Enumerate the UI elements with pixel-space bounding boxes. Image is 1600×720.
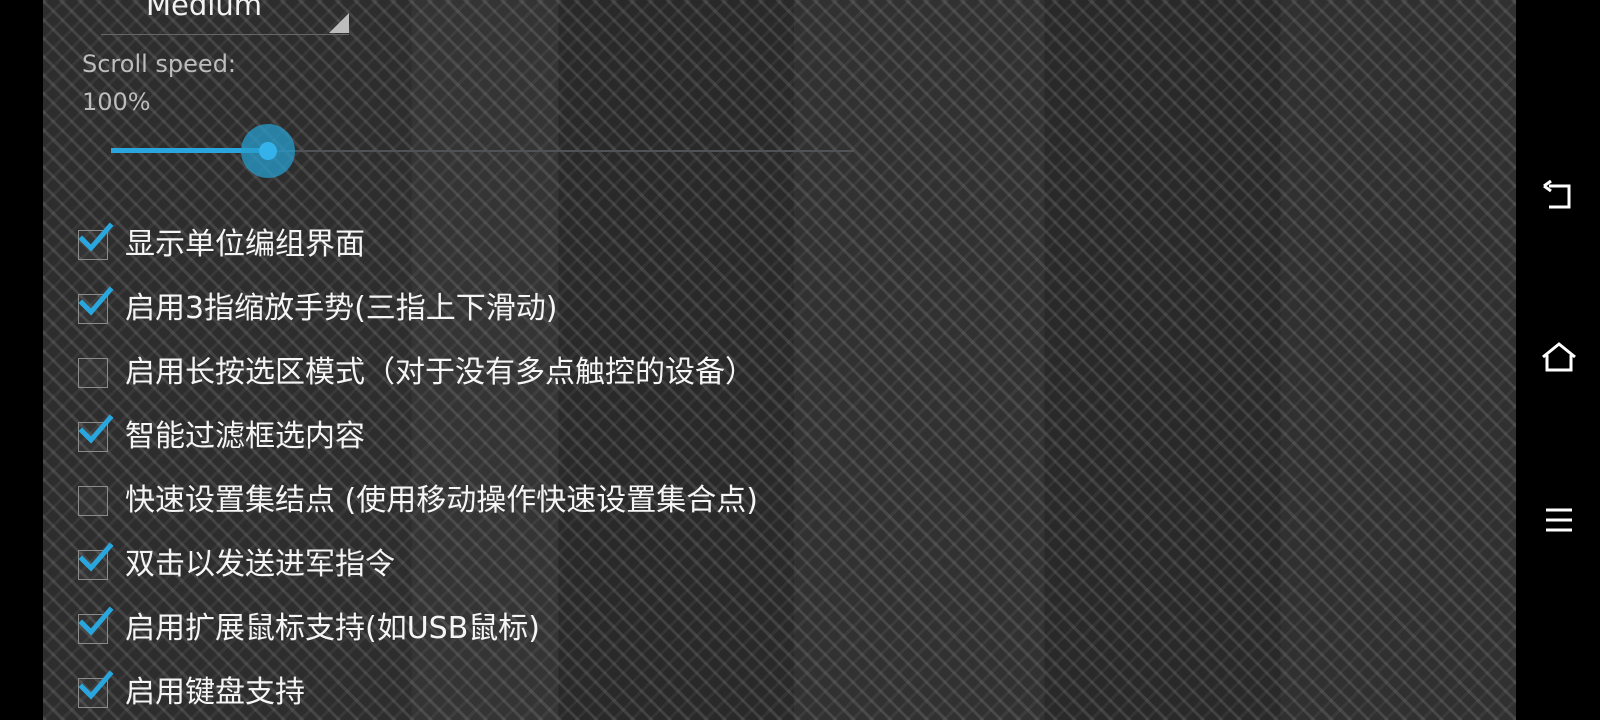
option-row[interactable]: 启用长按选区模式（对于没有多点触控的设备） — [78, 341, 1278, 405]
scroll-speed-label: Scroll speed: — [82, 50, 237, 78]
checkbox-unchecked[interactable] — [78, 358, 108, 388]
checkbox-checked[interactable] — [78, 286, 114, 324]
option-label: 启用键盘支持 — [125, 675, 305, 710]
quality-dropdown[interactable]: Medium — [101, 0, 349, 35]
checkmark-icon — [78, 606, 114, 636]
option-row[interactable]: 启用3指缩放手势(三指上下滑动) — [78, 277, 1278, 341]
checkbox-checked[interactable] — [78, 670, 114, 708]
option-row[interactable]: 启用键盘支持 — [78, 661, 1278, 720]
dropdown-arrow-icon — [329, 13, 349, 33]
option-row[interactable]: 快速设置集结点 (使用移动操作快速设置集合点) — [78, 469, 1278, 533]
option-label: 启用长按选区模式（对于没有多点触控的设备） — [125, 355, 755, 390]
option-label: 快速设置集结点 (使用移动操作快速设置集合点) — [125, 483, 758, 518]
scroll-speed-value: 100% — [82, 88, 151, 116]
back-button[interactable] — [1539, 177, 1579, 217]
slider-thumb[interactable] — [241, 124, 295, 178]
option-row[interactable]: 启用扩展鼠标支持(如USB鼠标) — [78, 597, 1278, 661]
home-button[interactable] — [1539, 339, 1579, 379]
back-icon — [1543, 179, 1571, 209]
option-row[interactable]: 显示单位编组界面 — [78, 213, 1278, 277]
option-label: 智能过滤框选内容 — [125, 419, 365, 454]
checkbox-checked[interactable] — [78, 222, 114, 260]
menu-button[interactable] — [1539, 500, 1579, 540]
checkmark-icon — [78, 670, 114, 700]
checkmark-icon — [78, 222, 114, 252]
option-label: 双击以发送进军指令 — [125, 547, 395, 582]
checkbox-checked[interactable] — [78, 606, 114, 644]
android-navigation-bar — [1516, 0, 1600, 720]
scroll-speed-slider[interactable] — [111, 148, 854, 153]
slider-thumb-dot — [259, 142, 277, 160]
checkmark-icon — [78, 414, 114, 444]
slider-fill — [111, 148, 260, 153]
checkbox-checked[interactable] — [78, 414, 114, 452]
option-row[interactable]: 双击以发送进军指令 — [78, 533, 1278, 597]
screen: Medium Scroll speed: 100% 显示单位编组界面启用3指缩放… — [0, 0, 1600, 720]
dropdown-value: Medium — [146, 0, 262, 22]
option-label: 启用扩展鼠标支持(如USB鼠标) — [125, 611, 540, 646]
checkbox-checked[interactable] — [78, 542, 114, 580]
checkmark-icon — [78, 542, 114, 572]
checkmark-icon — [78, 286, 114, 316]
option-label: 显示单位编组界面 — [125, 227, 365, 262]
checkbox-unchecked[interactable] — [78, 486, 108, 516]
home-icon — [1542, 342, 1576, 372]
menu-icon — [1546, 508, 1572, 532]
option-label: 启用3指缩放手势(三指上下滑动) — [125, 291, 558, 326]
options-list: 显示单位编组界面启用3指缩放手势(三指上下滑动) 启用长按选区模式（对于没有多点触… — [78, 213, 1278, 720]
settings-panel: Medium Scroll speed: 100% 显示单位编组界面启用3指缩放… — [43, 0, 1516, 720]
option-row[interactable]: 智能过滤框选内容 — [78, 405, 1278, 469]
